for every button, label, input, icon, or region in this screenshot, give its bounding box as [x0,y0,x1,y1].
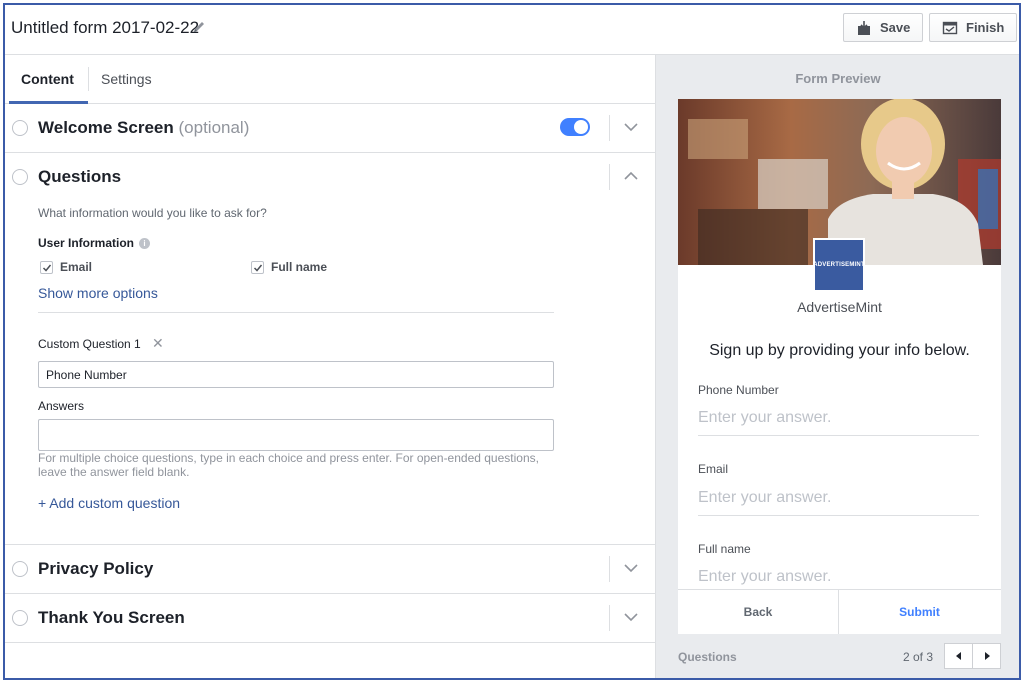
preview-pager: Questions 2 of 3 [656,642,1019,672]
questions-radio[interactable] [12,169,28,185]
preview-field-label: Phone Number [698,383,779,397]
thankyou-section[interactable]: Thank You Screen [5,594,655,643]
thankyou-title: Thank You Screen [38,608,185,627]
section-divider [609,115,610,141]
tab-content[interactable]: Content [9,55,88,104]
show-more-link[interactable]: Show more options [38,285,158,301]
preview-headline: Sign up by providing your info below. [709,342,970,359]
save-label: Save [880,20,911,35]
questions-prompt: What information would you like to ask f… [38,206,267,220]
submit-button[interactable]: Submit [839,590,1000,634]
pencil-icon[interactable] [191,19,207,35]
preview-title: Form Preview [795,71,881,86]
privacy-section[interactable]: Privacy Policy [5,545,655,594]
back-button[interactable]: Back [678,590,839,634]
chevron-down-icon[interactable] [623,119,639,135]
answers-note: For multiple choice questions, type in e… [38,451,539,479]
privacy-radio[interactable] [12,561,28,577]
prev-page-button[interactable] [944,643,973,669]
arrow-left-icon [955,652,961,660]
arrow-right-icon [984,652,990,660]
info-icon[interactable]: i [139,238,150,249]
section-divider [609,556,610,582]
welcome-toggle[interactable] [560,118,590,136]
answers-label: Answers [38,399,85,413]
welcome-radio[interactable] [12,120,28,136]
answers-input[interactable] [38,419,554,451]
welcome-title-label: Welcome Screen [38,118,174,137]
divider [38,312,554,313]
user-info-label: User Information [38,236,135,250]
page-indicator: 2 of 3 [903,650,934,664]
email-checkbox[interactable] [40,261,53,274]
thankyou-radio[interactable] [12,610,28,626]
pager-label: Questions [678,650,737,664]
tab-settings[interactable]: Settings [89,55,164,104]
close-icon[interactable]: ✕ [152,335,164,352]
top-bar: Untitled form 2017-02-22 Save Finish [5,5,1019,55]
brand-logo: ADVERTISEMINT [813,238,865,292]
section-divider [609,164,610,190]
form-title[interactable]: Untitled form 2017-02-22 [11,18,199,38]
save-button[interactable]: Save [843,13,924,42]
editor-tabs: Content Settings [5,55,655,104]
preview-card: ADVERTISEMINT AdvertiseMint Sign up by p… [678,99,1001,634]
welcome-optional: (optional) [178,118,250,137]
chevron-down-icon[interactable] [623,560,639,576]
chevron-up-icon[interactable] [623,168,639,184]
finish-button[interactable]: Finish [929,13,1018,42]
preview-field-label: Full name [698,542,751,556]
fullname-checkbox-label: Full name [271,260,328,274]
check-icon [253,264,263,272]
welcome-title: Welcome Screen (optional) [38,118,249,138]
welcome-section[interactable]: Welcome Screen (optional) [5,104,655,153]
custom-question-input[interactable]: Phone Number [38,361,554,388]
preview-field-input[interactable]: Enter your answer. [698,409,979,436]
add-custom-question-link[interactable]: + Add custom question [38,495,180,511]
preview-field-label: Email [698,462,729,476]
app-frame: Untitled form 2017-02-22 Save Finish Con… [3,3,1021,680]
fullname-checkbox[interactable] [251,261,264,274]
brand-name: AdvertiseMint [797,299,882,315]
custom-question-label: Custom Question 1 [38,337,141,351]
privacy-title: Privacy Policy [38,559,154,578]
section-divider [609,605,610,631]
questions-title: Questions [38,167,122,186]
check-icon [42,264,52,272]
editor-panel: Content Settings Welcome Screen (optiona… [5,55,655,678]
next-page-button[interactable] [972,643,1001,669]
preview-card-footer: Back Submit [678,589,1001,634]
finish-icon [942,21,958,34]
chevron-down-icon[interactable] [623,609,639,625]
finish-label: Finish [966,20,1005,35]
preview-field-input[interactable]: Enter your answer. [698,489,979,516]
email-checkbox-label: Email [60,260,93,274]
questions-section: Questions What information would you lik… [5,153,655,545]
custom-question-value: Phone Number [46,367,127,382]
preview-panel: Form Preview ADVERTISEMINT AdvertiseMint… [655,55,1019,678]
save-icon [858,20,870,35]
